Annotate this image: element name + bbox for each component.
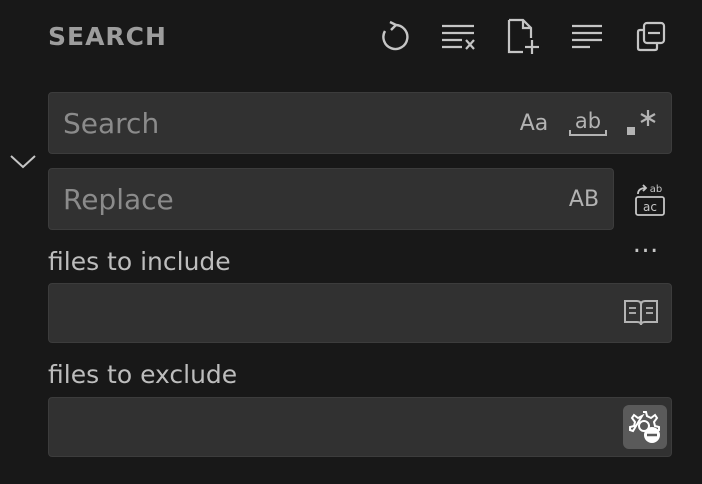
collapse-all-icon: [636, 21, 666, 52]
whole-word-label: ab: [575, 109, 601, 133]
whole-word-icon: ab: [569, 109, 607, 136]
use-regex-toggle[interactable]: [621, 105, 661, 141]
use-exclude-settings-toggle[interactable]: [623, 405, 667, 449]
toggle-replace-button[interactable]: [8, 146, 38, 176]
book-icon: [624, 300, 658, 326]
toggle-search-details-button[interactable]: …: [627, 231, 667, 262]
replace-input-box: AB: [48, 168, 614, 230]
clear-results-button[interactable]: [436, 16, 482, 58]
match-case-label: Aa: [519, 110, 549, 136]
collapse-all-button[interactable]: [628, 16, 674, 58]
clear-results-icon: [442, 24, 475, 50]
chevron-down-icon: [10, 155, 36, 169]
new-search-editor-icon: [507, 18, 539, 54]
search-toolbar: [372, 16, 674, 58]
replace-input[interactable]: [63, 169, 543, 229]
exclude-input-box: [48, 397, 672, 457]
new-search-editor-button[interactable]: [500, 16, 546, 58]
include-input[interactable]: [63, 284, 603, 342]
preserve-case-label: AB: [568, 186, 600, 212]
svg-text:ab: ab: [650, 184, 662, 195]
view-as-tree-button[interactable]: [564, 16, 610, 58]
preserve-case-toggle[interactable]: AB: [565, 181, 603, 217]
panel-title: SEARCH: [48, 22, 167, 51]
include-label: files to include: [48, 247, 231, 276]
replace-all-icon: ab ac: [635, 184, 665, 216]
search-only-open-editors-toggle[interactable]: [621, 295, 661, 331]
include-input-box: [48, 283, 672, 343]
regex-icon: [627, 110, 656, 135]
more-icon: …: [632, 229, 662, 259]
match-case-toggle[interactable]: Aa: [515, 105, 553, 141]
replace-all-button[interactable]: ab ac: [630, 180, 670, 220]
gear-exclude-icon: [629, 411, 660, 443]
exclude-input[interactable]: [63, 398, 603, 456]
search-input-box: Aa ab: [48, 92, 672, 154]
refresh-button[interactable]: [372, 16, 418, 58]
search-input[interactable]: [63, 93, 503, 153]
svg-text:ac: ac: [643, 200, 657, 214]
search-panel: SEARCH Search Aa ab Replace AB ab ac … f…: [0, 0, 702, 484]
view-as-tree-icon: [572, 24, 602, 49]
refresh-icon: [382, 20, 409, 51]
exclude-label: files to exclude: [48, 360, 238, 389]
match-whole-word-toggle[interactable]: ab: [567, 105, 609, 141]
